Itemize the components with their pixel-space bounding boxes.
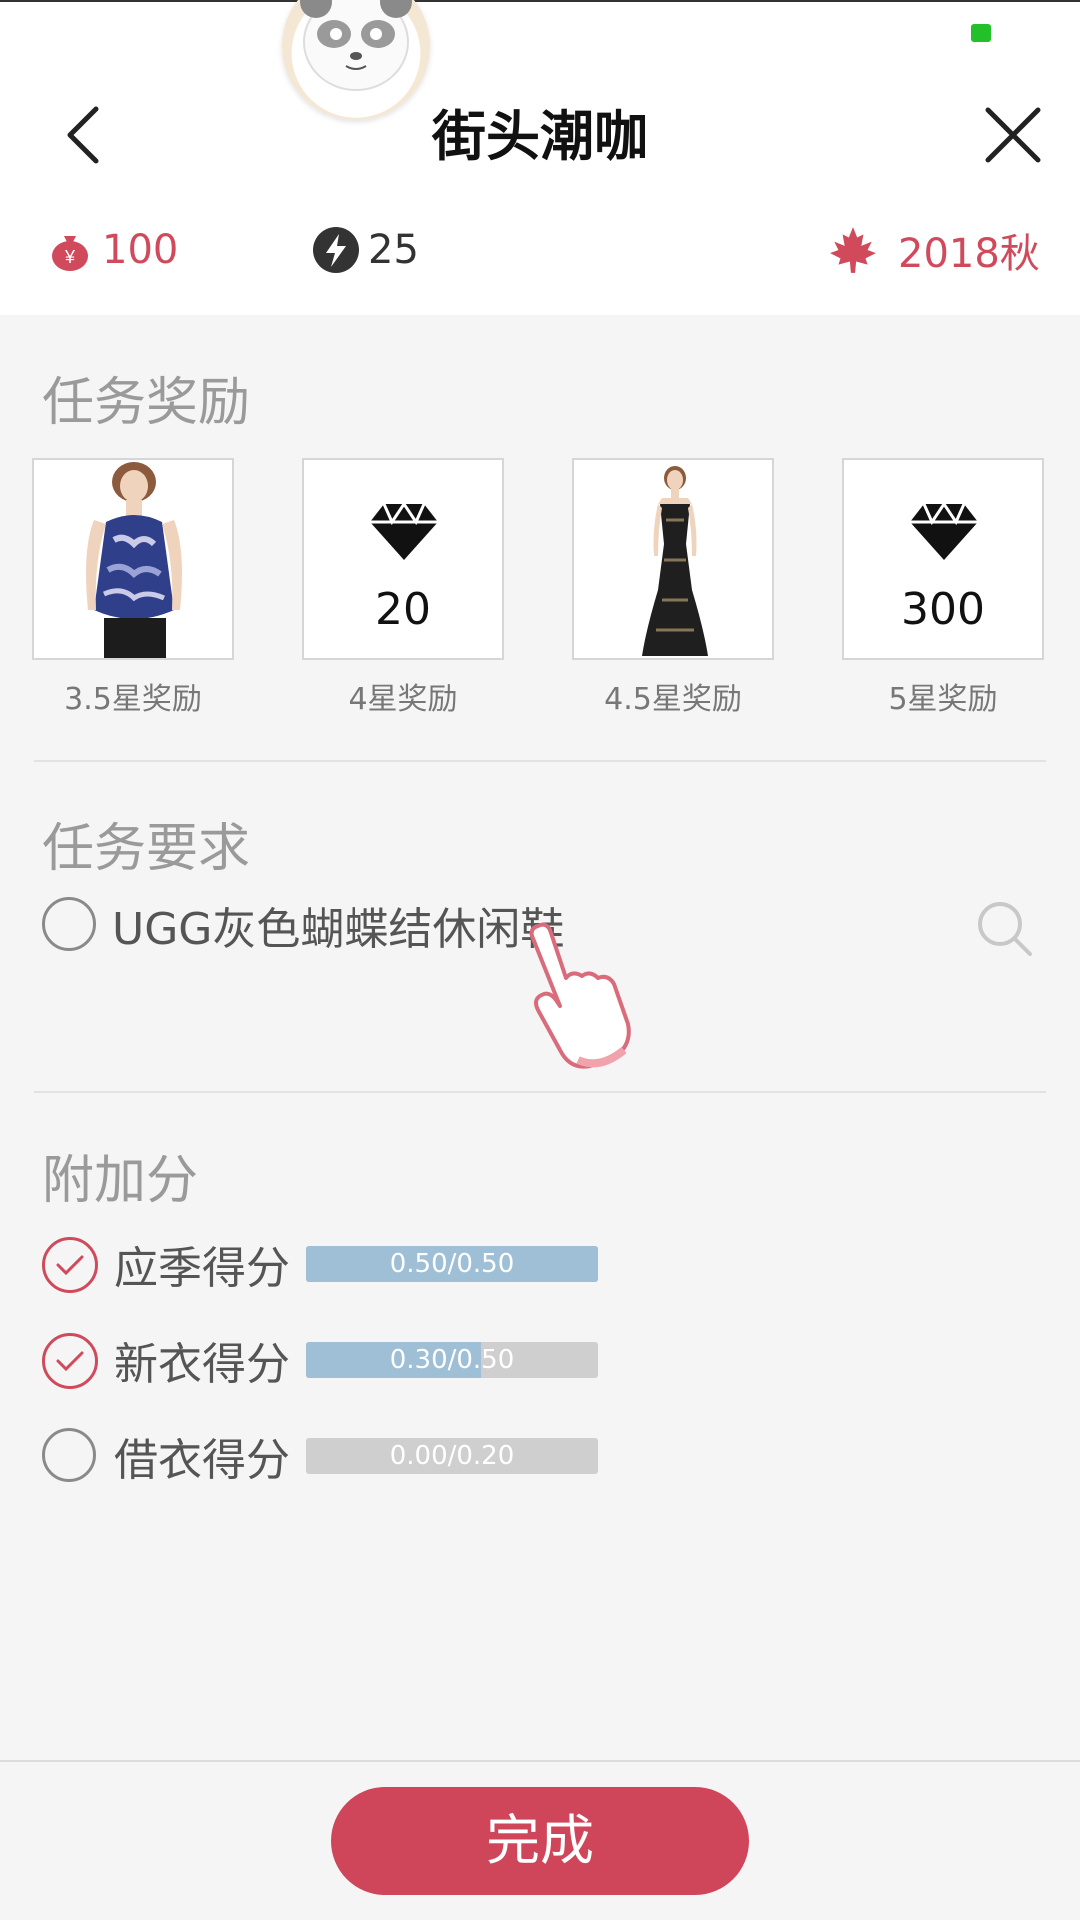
bonus-check-3 (42, 1428, 96, 1482)
chevron-left-icon (67, 106, 99, 164)
energy-value: 25 (368, 227, 419, 273)
maple-leaf-icon (830, 227, 876, 273)
search-icon[interactable] (976, 900, 1034, 958)
bonus-title: 附加分 (42, 1151, 199, 1211)
money-bag-icon: ¥ (52, 236, 88, 271)
score-text: 0.30/0.50 (389, 1345, 515, 1375)
season-stat: 2018秋 (824, 222, 1040, 278)
money-value: 100 (102, 227, 179, 273)
reward-item-4[interactable]: 300 (842, 458, 1044, 660)
divider (34, 760, 1046, 762)
back-button[interactable] (50, 95, 120, 175)
requirements-title: 任务要求 (42, 819, 251, 879)
reward-label-3: 4.5星奖励 (604, 682, 742, 717)
status-indicator (971, 24, 991, 42)
footer-divider (0, 1760, 1080, 1762)
bonus-check-2 (42, 1333, 98, 1389)
svg-text:¥: ¥ (64, 247, 76, 267)
blue-halter-top-image (34, 460, 232, 658)
requirement-checkbox[interactable] (42, 897, 96, 951)
diamond-icon (370, 504, 438, 560)
money-stat: ¥ 100 (46, 222, 178, 278)
check-icon (56, 1255, 84, 1276)
black-sequin-gown-image (574, 460, 772, 658)
bonus-label-new: 新衣得分 (114, 1339, 290, 1390)
reward-label-4: 5星奖励 (888, 682, 998, 717)
bonus-label-season: 应季得分 (114, 1243, 290, 1294)
score-bar-season: 0.50/0.50 (306, 1246, 598, 1282)
reward-amount: 300 (901, 584, 985, 635)
reward-label-1: 3.5星奖励 (64, 682, 202, 717)
reward-item-3[interactable] (572, 458, 774, 660)
rewards-title: 任务奖励 (42, 373, 251, 433)
close-icon (985, 107, 1041, 163)
reward-item-2[interactable]: 20 (302, 458, 504, 660)
reward-amount: 20 (375, 584, 431, 635)
score-text: 0.00/0.20 (389, 1441, 515, 1471)
pointing-hand-icon (529, 922, 631, 1069)
check-icon (56, 1351, 84, 1372)
requirement-text: UGG灰色蝴蝶结休闲鞋 (112, 904, 565, 955)
lightning-icon (313, 227, 359, 273)
reward-label-2: 4星奖励 (348, 682, 458, 717)
diamond-icon (910, 504, 978, 560)
close-button[interactable] (978, 98, 1048, 174)
score-bar-borrow: 0.00/0.20 (306, 1438, 598, 1474)
divider (34, 1091, 1046, 1093)
bonus-label-borrow: 借衣得分 (114, 1435, 290, 1486)
season-value: 2018秋 (898, 231, 1040, 277)
energy-stat: 25 (312, 222, 419, 278)
score-text: 0.50/0.50 (389, 1249, 515, 1279)
reward-item-1[interactable] (32, 458, 234, 660)
page-title: 街头潮咖 (432, 105, 648, 168)
score-bar-new: 0.30/0.50 (306, 1342, 598, 1378)
top-border (0, 0, 1080, 2)
bonus-check-1 (42, 1237, 98, 1293)
done-button[interactable]: 完成 (331, 1787, 749, 1895)
